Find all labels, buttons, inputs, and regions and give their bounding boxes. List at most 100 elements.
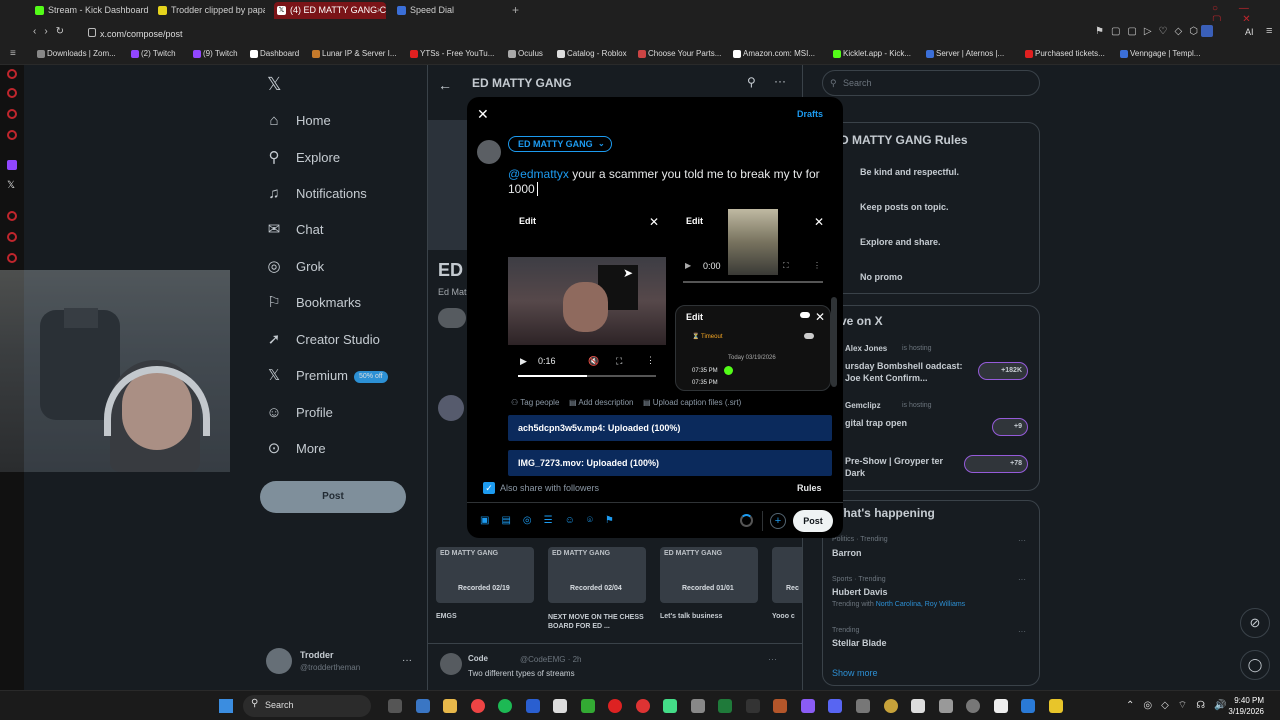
- app-icon[interactable]: [553, 699, 567, 713]
- bookmark-item[interactable]: Kicklet.app - Kick...: [833, 49, 911, 58]
- app-icon[interactable]: [1049, 699, 1063, 713]
- mute-icon[interactable]: 🔇: [588, 356, 599, 367]
- menu-icon[interactable]: ≡: [1266, 25, 1272, 37]
- bookmark-item[interactable]: Purchased tickets...: [1025, 49, 1105, 58]
- app-icon[interactable]: [994, 699, 1008, 713]
- tab-x-community[interactable]: 𝕏 (4) ED MATTY GANG Com ×: [274, 2, 386, 19]
- bookmark-item[interactable]: Catalog - Roblox: [557, 49, 627, 58]
- close-icon[interactable]: ✕: [477, 106, 489, 123]
- panel-icon[interactable]: [7, 109, 17, 119]
- app-icon[interactable]: [773, 699, 787, 713]
- tab-trodder-clip[interactable]: Trodder clipped by papan: [155, 2, 265, 19]
- excel-icon[interactable]: [718, 699, 732, 713]
- site-info-icon[interactable]: [88, 28, 96, 37]
- bookmark-item[interactable]: (9) Twitch: [193, 49, 238, 58]
- tab-speed-dial[interactable]: Speed Dial: [394, 2, 504, 19]
- video-time: 0:16: [538, 356, 556, 366]
- app-icon[interactable]: [416, 699, 430, 713]
- extension-icon[interactable]: [1201, 25, 1213, 37]
- fullscreen-icon[interactable]: ⛶: [783, 261, 789, 271]
- windows-start-icon[interactable]: [219, 699, 233, 713]
- app-icon[interactable]: [856, 699, 870, 713]
- image-icon[interactable]: ▣: [480, 515, 501, 526]
- rules-link[interactable]: Rules: [797, 483, 822, 493]
- remove-media-icon[interactable]: ✕: [646, 214, 662, 230]
- gif-icon[interactable]: ▤: [501, 515, 522, 526]
- play-icon[interactable]: ▶: [685, 261, 691, 270]
- bookmark-item[interactable]: YTSs - Free YouTu...: [410, 49, 494, 58]
- nav-arrows-icon[interactable]: ‹›↻: [33, 26, 72, 37]
- scrollbar[interactable]: [831, 297, 837, 387]
- app-icon[interactable]: [388, 699, 402, 713]
- app-icon[interactable]: [939, 699, 953, 713]
- app-icon[interactable]: [581, 699, 595, 713]
- bookmark-item[interactable]: Server | Aternos |...: [926, 49, 1004, 58]
- grok-icon[interactable]: ◎: [523, 515, 544, 526]
- drafts-button[interactable]: Drafts: [797, 109, 823, 119]
- app-icon[interactable]: [746, 699, 760, 713]
- bookmark-item[interactable]: Amazon.com: MSI...: [733, 49, 815, 58]
- video-more-icon[interactable]: ⋮: [646, 355, 655, 366]
- url-field[interactable]: x.com/compose/post: [100, 26, 1080, 42]
- panel-icon[interactable]: [7, 69, 17, 79]
- panel-icon[interactable]: [7, 211, 17, 221]
- play-icon[interactable]: ▶: [520, 356, 527, 367]
- youtube-icon[interactable]: [608, 699, 622, 713]
- post-textarea[interactable]: @edmattyx your a scammer you told me to …: [508, 167, 826, 197]
- panel-icon[interactable]: [7, 130, 17, 140]
- flag-icon[interactable]: ⚑: [605, 515, 626, 526]
- app-icon[interactable]: [884, 699, 898, 713]
- twitch-icon[interactable]: [7, 160, 17, 170]
- post-button[interactable]: Post: [793, 510, 833, 532]
- chrome-icon[interactable]: [471, 699, 485, 713]
- clock-date[interactable]: 3/19/2026: [1218, 707, 1264, 716]
- fullscreen-icon[interactable]: ⛶: [616, 356, 622, 367]
- app-icon[interactable]: [691, 699, 705, 713]
- tab-kick-dashboard[interactable]: Stream - Kick Dashboard: [32, 2, 150, 19]
- taskbar-search[interactable]: ⚲ Search: [243, 695, 371, 717]
- app-icon[interactable]: [1021, 699, 1035, 713]
- video-more-icon[interactable]: ⋮: [813, 261, 821, 270]
- panel-icon[interactable]: [7, 232, 17, 242]
- bookmark-menu-icon[interactable]: ≡: [10, 48, 16, 59]
- audience-selector[interactable]: ED MATTY GANG ⌄: [508, 136, 612, 152]
- remove-media-icon[interactable]: ✕: [811, 214, 827, 230]
- app-icon[interactable]: [663, 699, 677, 713]
- bookmark-item[interactable]: Choose Your Parts...: [638, 49, 721, 58]
- clock-time[interactable]: 9:40 PM: [1224, 696, 1264, 705]
- spotify-icon[interactable]: [498, 699, 512, 713]
- bookmark-item[interactable]: Oculus: [508, 49, 543, 58]
- app-icon[interactable]: [966, 699, 980, 713]
- toggle[interactable]: [800, 312, 810, 318]
- remove-media-icon[interactable]: ✕: [812, 309, 828, 325]
- x-icon[interactable]: 𝕏: [7, 180, 15, 191]
- video-progress[interactable]: [683, 281, 823, 283]
- upload-captions-link[interactable]: ▤ Upload caption files (.srt): [643, 398, 741, 407]
- poll-icon[interactable]: ☰: [544, 515, 565, 526]
- ai-button[interactable]: AI: [1245, 27, 1254, 37]
- app-icon[interactable]: [911, 699, 925, 713]
- folder-icon[interactable]: [443, 699, 457, 713]
- tag-people-link[interactable]: ⚇ Tag people: [511, 398, 559, 407]
- video-progress[interactable]: [518, 375, 656, 377]
- add-description-link[interactable]: ▤ Add description: [569, 398, 634, 407]
- bookmark-item[interactable]: Venngage | Templ...: [1120, 49, 1200, 58]
- emoji-icon[interactable]: ☺: [565, 515, 587, 526]
- new-tab-button[interactable]: +: [512, 3, 519, 17]
- bookmark-item[interactable]: Dashboard: [250, 49, 299, 58]
- opera-icon[interactable]: [636, 699, 650, 713]
- app-icon[interactable]: [801, 699, 815, 713]
- bookmark-item[interactable]: Lunar IP & Server I...: [312, 49, 397, 58]
- discord-icon[interactable]: [828, 699, 842, 713]
- bookmark-item[interactable]: Downloads | Zom...: [37, 49, 116, 58]
- share-checkbox[interactable]: ✓: [483, 482, 495, 494]
- video-attachment-1: Edit ✕ ▶ 0:16 🔇 ⛶ ⋮: [508, 207, 666, 385]
- location-icon[interactable]: ⌾: [587, 515, 605, 526]
- panel-icon[interactable]: [7, 88, 17, 98]
- bookmark-item[interactable]: (2) Twitch: [131, 49, 176, 58]
- app-icon[interactable]: [526, 699, 540, 713]
- close-tab-icon[interactable]: ×: [377, 2, 382, 19]
- panel-icon[interactable]: [7, 253, 17, 263]
- browser-toolbar-icons[interactable]: ⚑▢▢▷♡◇⬡: [1095, 26, 1205, 37]
- add-post-icon[interactable]: +: [770, 513, 786, 529]
